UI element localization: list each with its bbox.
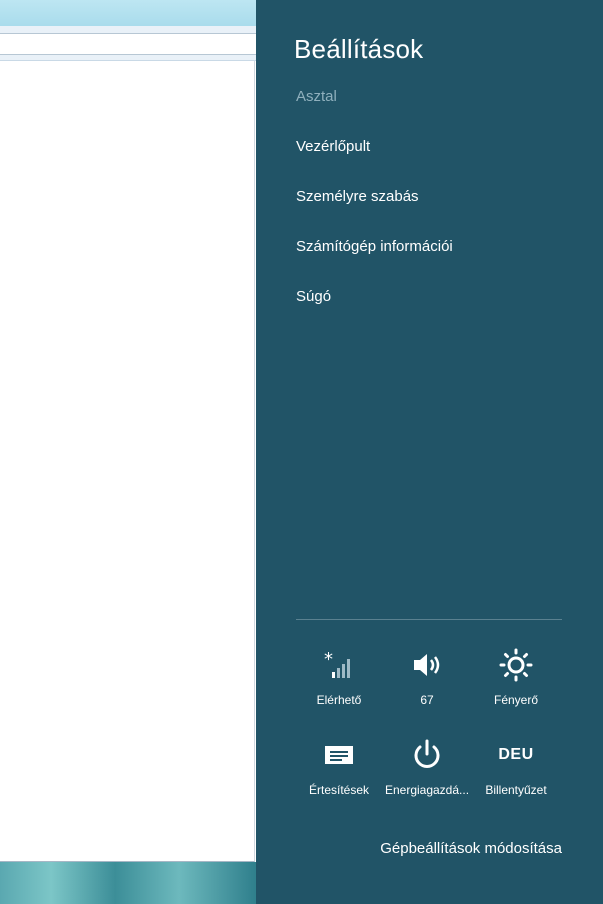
menu-item-help[interactable]: Súgó bbox=[296, 288, 331, 305]
divider bbox=[296, 619, 562, 620]
menu-item-personalization[interactable]: Személyre szabás bbox=[296, 188, 419, 205]
brightness-tile-label: Fényerő bbox=[493, 693, 539, 707]
keyboard-icon: DEU bbox=[471, 735, 561, 775]
keyboard-tile-label: Billentyűzet bbox=[485, 783, 547, 797]
svg-text:*: * bbox=[324, 650, 333, 670]
power-tile[interactable]: Energiagazdá... bbox=[382, 735, 472, 805]
keyboard-tile[interactable]: DEU Billentyűzet bbox=[471, 735, 561, 805]
volume-tile[interactable]: 67 bbox=[382, 645, 472, 715]
menu-item-pc-info[interactable]: Számítógép információi bbox=[296, 238, 453, 255]
keyboard-layout-code: DEU bbox=[498, 746, 534, 763]
power-icon bbox=[382, 735, 472, 775]
background-window-content bbox=[0, 61, 255, 862]
notifications-tile[interactable]: Értesítések bbox=[294, 735, 384, 805]
brightness-tile[interactable]: Fényerő bbox=[471, 645, 561, 715]
settings-charm-panel: Beállítások Asztal Vezérlőpult Személyre… bbox=[256, 0, 603, 904]
volume-tile-label: 67 bbox=[420, 693, 434, 707]
panel-context-label: Asztal bbox=[296, 88, 337, 105]
desktop-taskbar bbox=[0, 862, 256, 904]
panel-title: Beállítások bbox=[294, 34, 424, 64]
notifications-icon bbox=[294, 735, 384, 775]
background-address-bar[interactable] bbox=[0, 33, 256, 55]
change-pc-settings-link[interactable]: Gépbeállítások módosítása bbox=[380, 840, 562, 857]
network-signal-icon: * bbox=[294, 645, 384, 685]
notifications-tile-label: Értesítések bbox=[308, 783, 370, 797]
power-tile-label: Energiagazdá... bbox=[384, 783, 470, 797]
volume-icon bbox=[382, 645, 472, 685]
menu-item-control-panel[interactable]: Vezérlőpult bbox=[296, 138, 370, 155]
network-tile[interactable]: * Elérhető bbox=[294, 645, 384, 715]
brightness-icon bbox=[471, 645, 561, 685]
network-tile-label: Elérhető bbox=[316, 693, 362, 707]
background-window-titlebar bbox=[0, 0, 256, 26]
